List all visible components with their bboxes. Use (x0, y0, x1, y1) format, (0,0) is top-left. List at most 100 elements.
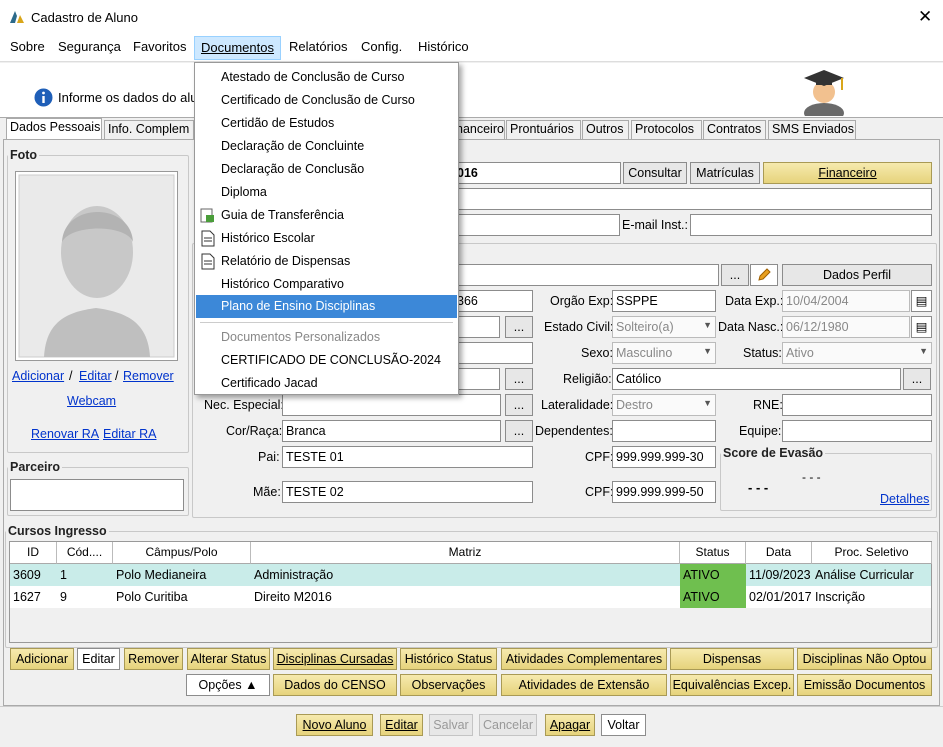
foto-adicionar-link[interactable]: Adicionar (12, 369, 64, 383)
equivalencias-button[interactable]: Equivalências Excep. (670, 674, 794, 696)
tab-prontuarios[interactable]: Prontuários (506, 120, 581, 139)
lateralidade-select[interactable]: Destro ▼ (612, 394, 716, 416)
consultar-button[interactable]: Consultar (623, 162, 687, 184)
menu-item-certificado-jacad[interactable]: Certificado Jacad (196, 372, 457, 395)
observacoes-button[interactable]: Observações (400, 674, 497, 696)
foto-editar-link[interactable]: Editar (79, 369, 112, 383)
cpf-mae-field[interactable]: 999.999.999-50 (612, 481, 716, 503)
remover-curso-button[interactable]: Remover (124, 648, 183, 670)
equipe-field[interactable] (782, 420, 932, 442)
atividades-extensao-button[interactable]: Atividades de Extensão (501, 674, 667, 696)
data-nasc-field[interactable]: 06/12/1980 (782, 316, 910, 338)
col-header-proc-seletivo[interactable]: Proc. Seletivo (812, 542, 932, 564)
emissao-documentos-button[interactable]: Emissão Documentos (797, 674, 932, 696)
editar-ra-link[interactable]: Editar RA (103, 427, 157, 441)
menu-item-relatorio-dispensas[interactable]: Relatório de Dispensas (196, 250, 457, 273)
nec-especial-field[interactable] (282, 394, 501, 416)
parceiro-field[interactable] (10, 479, 184, 511)
cor-raca-field[interactable]: Branca (282, 420, 501, 442)
col-header-status[interactable]: Status (680, 542, 746, 564)
cursos-table[interactable]: ID Cód.... Câmpus/Polo Matriz Status Dat… (9, 541, 932, 643)
ra-field[interactable]: 016 (453, 162, 621, 184)
doc-ellipsis-button[interactable]: ... (505, 316, 533, 338)
dependentes-field[interactable] (612, 420, 716, 442)
nacionalidade-field[interactable] (453, 368, 500, 390)
tab-sms-enviados[interactable]: SMS Enviados (768, 120, 856, 139)
disciplinas-nao-optou-button[interactable]: Disciplinas Não Optou (797, 648, 932, 670)
calendar-icon[interactable]: ▤ (911, 316, 932, 338)
pai-field[interactable]: TESTE 01 (282, 446, 533, 468)
estado-civil-select[interactable]: Solteiro(a) ▼ (612, 316, 716, 338)
disciplinas-cursadas-button[interactable]: Disciplinas Cursadas (273, 648, 397, 670)
col-header-matriz[interactable]: Matriz (251, 542, 680, 564)
menu-config[interactable]: Config. (361, 39, 402, 54)
editar-button[interactable]: Editar (380, 714, 423, 736)
doc-field[interactable] (453, 316, 500, 338)
historico-status-button[interactable]: Histórico Status (400, 648, 497, 670)
cancelar-button[interactable]: Cancelar (479, 714, 537, 736)
voltar-button[interactable]: Voltar (601, 714, 646, 736)
menu-item-historico-comparativo[interactable]: Histórico Comparativo (196, 273, 457, 296)
religiao-field[interactable]: Católico (612, 368, 901, 390)
menu-item-atestado[interactable]: Atestado de Conclusão de Curso (196, 66, 457, 89)
col-header-data[interactable]: Data (746, 542, 812, 564)
opcoes-button[interactable]: Opções ▲ (186, 674, 270, 696)
religiao-ellipsis-button[interactable]: ... (903, 368, 931, 390)
tab-protocolos[interactable]: Protocolos (631, 120, 702, 139)
menu-historico[interactable]: Histórico (418, 39, 469, 54)
email-inst-field[interactable] (690, 214, 932, 236)
novo-aluno-button[interactable]: Novo Aluno (296, 714, 373, 736)
mae-field[interactable]: TESTE 02 (282, 481, 533, 503)
dados-perfil-button[interactable]: Dados Perfil (782, 264, 932, 286)
adicionar-curso-button[interactable]: Adicionar (10, 648, 74, 670)
dispensas-button[interactable]: Dispensas (670, 648, 794, 670)
menu-item-certificado[interactable]: Certificado de Conclusão de Curso (196, 89, 457, 112)
foto-remover-link[interactable]: Remover (123, 369, 174, 383)
menu-item-declaracao-concluinte[interactable]: Declaração de Concluinte (196, 135, 457, 158)
rne-field[interactable] (782, 394, 932, 416)
perfil-ellipsis-button[interactable]: ... (721, 264, 749, 286)
menu-item-plano-ensino[interactable]: Plano de Ensino Disciplinas (196, 295, 457, 318)
menu-item-guia-transferencia[interactable]: Guia de Transferência (196, 204, 457, 227)
cor-raca-ellipsis-button[interactable]: ... (505, 420, 533, 442)
menu-relatorios[interactable]: Relatórios (289, 39, 348, 54)
menu-item-declaracao-conclusao[interactable]: Declaração de Conclusão (196, 158, 457, 181)
matriculas-button[interactable]: Matrículas (690, 162, 760, 184)
nec-especial-ellipsis-button[interactable]: ... (505, 394, 533, 416)
financeiro-button[interactable]: Financeiro (763, 162, 932, 184)
menu-item-diploma[interactable]: Diploma (196, 181, 457, 204)
menu-item-historico-escolar[interactable]: Histórico Escolar (196, 227, 457, 250)
tab-financeiro[interactable]: nanceiro (452, 120, 505, 139)
alterar-status-button[interactable]: Alterar Status (187, 648, 270, 670)
close-icon[interactable]: ✕ (918, 7, 932, 27)
col-header-cod[interactable]: Cód.... (57, 542, 113, 564)
dados-censo-button[interactable]: Dados do CENSO (273, 674, 397, 696)
tab-outros[interactable]: Outros (582, 120, 629, 139)
perfil-field[interactable] (453, 264, 719, 286)
table-row[interactable]: 1627 9 Polo Curitiba Direito M2016 ATIVO… (10, 586, 931, 608)
menu-item-certidao[interactable]: Certidão de Estudos (196, 112, 457, 135)
nome-field[interactable] (453, 188, 932, 210)
col-header-id[interactable]: ID (10, 542, 57, 564)
cpf-pai-field[interactable]: 999.999.999-30 (612, 446, 716, 468)
detalhes-link[interactable]: Detalhes (880, 492, 929, 506)
salvar-button[interactable]: Salvar (429, 714, 473, 736)
atividades-complementares-button[interactable]: Atividades Complementares (501, 648, 667, 670)
webcam-link[interactable]: Webcam (67, 394, 116, 408)
tab-contratos[interactable]: Contratos (703, 120, 766, 139)
email-field[interactable] (453, 214, 620, 236)
naturalidade-field[interactable] (453, 342, 533, 364)
table-row[interactable]: 3609 1 Polo Medianeira Administração ATI… (10, 564, 931, 586)
rg-field[interactable]: 366 (453, 290, 533, 312)
apagar-button[interactable]: Apagar (545, 714, 595, 736)
col-header-campus[interactable]: Câmpus/Polo (113, 542, 251, 564)
status-select[interactable]: Ativo ▼ (782, 342, 932, 364)
calendar-icon[interactable]: ▤ (911, 290, 932, 312)
renovar-ra-link[interactable]: Renovar RA (31, 427, 99, 441)
editar-curso-button[interactable]: Editar (77, 648, 120, 670)
menu-sobre[interactable]: Sobre (10, 39, 45, 54)
pencil-icon[interactable] (750, 264, 778, 286)
menu-seguranca[interactable]: Segurança (58, 39, 121, 54)
menu-documentos[interactable]: Documentos (194, 36, 281, 60)
sexo-select[interactable]: Masculino ▼ (612, 342, 716, 364)
